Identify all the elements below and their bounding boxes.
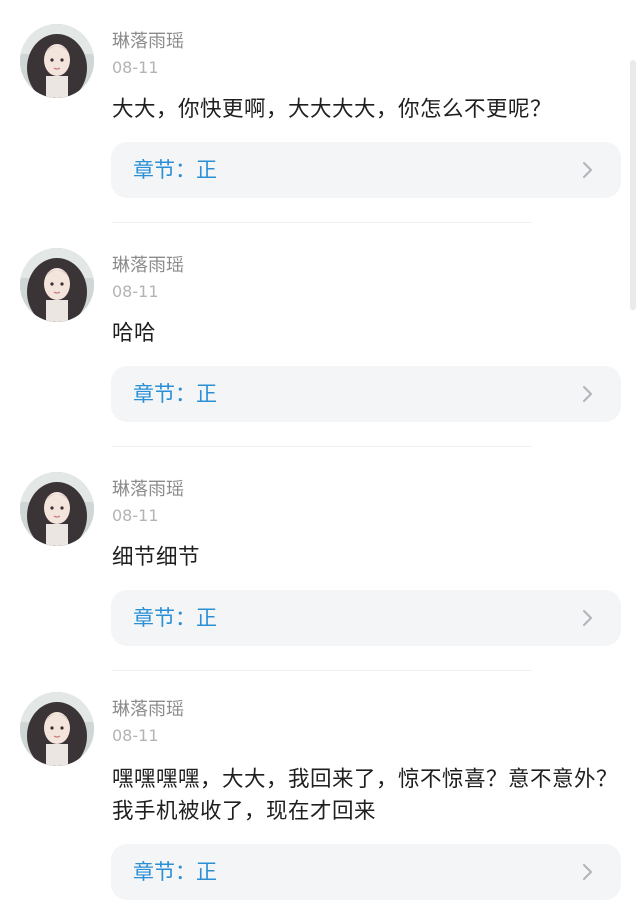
divider: [112, 670, 532, 671]
chapter-label: 章节：正: [133, 860, 217, 884]
comment-item: 琳落雨瑶 08-11 哈哈 章节：正: [0, 248, 640, 448]
chapter-label: 章节：正: [133, 158, 217, 182]
comment-date: 08-11: [112, 58, 159, 77]
username[interactable]: 琳落雨瑶: [112, 254, 184, 278]
username[interactable]: 琳落雨瑶: [112, 478, 184, 502]
chevron-right-icon: [583, 864, 592, 880]
chapter-link[interactable]: 章节：正: [111, 142, 621, 198]
username[interactable]: 琳落雨瑶: [112, 698, 184, 722]
comment-text: 哈哈: [112, 321, 157, 346]
comment-date: 08-11: [112, 282, 159, 301]
avatar-image: [20, 248, 94, 322]
chevron-right-icon: [583, 386, 592, 402]
comment-item: 琳落雨瑶 08-11 细节细节 章节：正: [0, 472, 640, 672]
avatar[interactable]: [20, 692, 94, 766]
avatar[interactable]: [20, 248, 94, 322]
chapter-label: 章节：正: [133, 382, 217, 406]
avatar-image: [20, 24, 94, 98]
username[interactable]: 琳落雨瑶: [112, 30, 184, 54]
divider: [112, 446, 532, 447]
comment-date: 08-11: [112, 726, 159, 745]
avatar[interactable]: [20, 472, 94, 546]
avatar[interactable]: [20, 24, 94, 98]
chapter-label: 章节：正: [133, 606, 217, 630]
comment-text: 大大，你快更啊，大大大大，你怎么不更呢？: [112, 97, 553, 122]
comment-list[interactable]: 琳落雨瑶 08-11 大大，你快更啊，大大大大，你怎么不更呢？ 章节：正 琳落雨…: [0, 0, 640, 920]
chapter-link[interactable]: 章节：正: [111, 844, 621, 900]
avatar-image: [20, 692, 94, 766]
avatar-image: [20, 472, 94, 546]
divider: [112, 222, 532, 223]
comment-item: 琳落雨瑶 08-11 嘿嘿嘿嘿，大大，我回来了，惊不惊喜？意不意外？我手机被收了…: [0, 692, 640, 920]
chevron-right-icon: [583, 610, 592, 626]
chevron-right-icon: [583, 162, 592, 178]
chapter-link[interactable]: 章节：正: [111, 366, 621, 422]
comment-text: 嘿嘿嘿嘿，大大，我回来了，惊不惊喜？意不意外？我手机被收了，现在才回来: [112, 767, 619, 824]
chapter-link[interactable]: 章节：正: [111, 590, 621, 646]
comment-date: 08-11: [112, 506, 159, 525]
comment-text: 细节细节: [112, 545, 201, 570]
comment-item: 琳落雨瑶 08-11 大大，你快更啊，大大大大，你怎么不更呢？ 章节：正: [0, 24, 640, 224]
